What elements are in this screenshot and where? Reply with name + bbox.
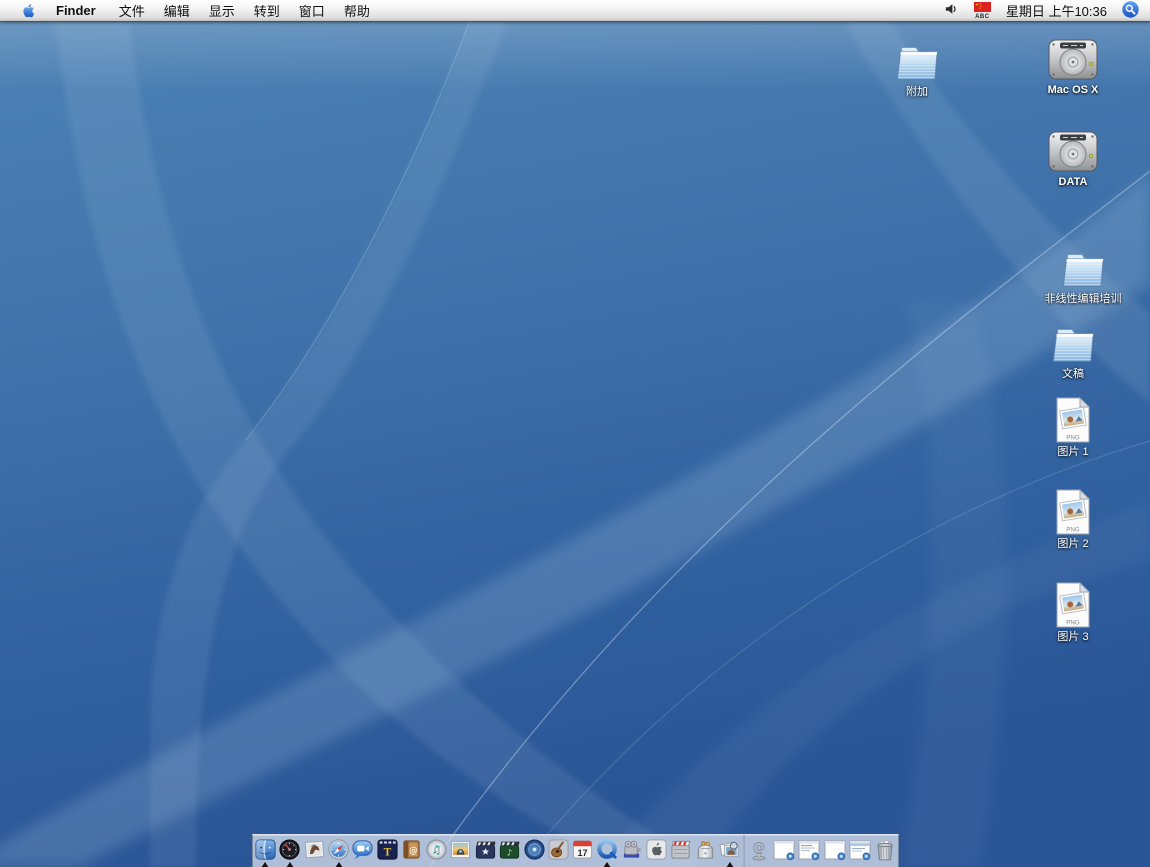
desktop-icon-hard-drive-2[interactable]: DATA: [1031, 128, 1115, 189]
desktop-icon-hard-drive-1[interactable]: Mac OS X: [1031, 36, 1115, 97]
dock-item-window-4[interactable]: [847, 835, 872, 867]
dock-item-imovie[interactable]: [473, 835, 497, 867]
app-menu-finder[interactable]: Finder: [56, 3, 96, 18]
dock-item-window-3[interactable]: [822, 835, 847, 867]
input-method-label: ABC: [975, 14, 990, 20]
running-indicator-triangle: [726, 862, 734, 867]
folder-icon[interactable]: [1048, 322, 1098, 366]
svg-text:17: 17: [578, 848, 588, 858]
dock-documents-section: @: [746, 835, 898, 867]
input-method-menu[interactable]: ABC: [974, 1, 991, 20]
svg-text:♫: ♫: [431, 842, 441, 856]
volume-icon[interactable]: [944, 2, 959, 19]
dock-item-preview[interactable]: [717, 835, 741, 867]
png-file-icon[interactable]: PNG: [1053, 581, 1093, 629]
dock-item-window-2[interactable]: [797, 835, 822, 867]
svg-text:@: @: [752, 841, 765, 856]
dock-item-finder[interactable]: [253, 835, 277, 867]
dock-item-addressbook[interactable]: @: [400, 835, 424, 867]
menu-bar-menus: 文件编辑显示转到窗口帮助: [119, 1, 370, 20]
desktop-icon-folder-3[interactable]: 非线性编辑培训: [1011, 247, 1150, 306]
desktop-icon-label: 图片 3: [1057, 631, 1088, 644]
dock-item-safari[interactable]: [326, 835, 350, 867]
desktop-icon-label: Mac OS X: [1048, 84, 1099, 97]
png-file-icon[interactable]: PNG: [1053, 396, 1093, 444]
dock-item-garageband[interactable]: [546, 835, 570, 867]
desktop-icon-png-file-7[interactable]: PNG 图片 3: [1031, 581, 1115, 644]
desktop-wallpaper[interactable]: [0, 21, 1150, 867]
menu-bar: Finder 文件编辑显示转到窗口帮助: [0, 0, 1150, 22]
dock-item-trash[interactable]: [872, 835, 897, 867]
svg-text:PNG: PNG: [1066, 620, 1080, 627]
dock-item-soundtrack[interactable]: ♪: [497, 835, 521, 867]
dock-item-window-1[interactable]: [771, 835, 796, 867]
dock: T @ ♫ ♪ 17 @: [252, 834, 899, 867]
svg-text:♪: ♪: [507, 849, 513, 859]
dock-item-cinematools[interactable]: [620, 835, 644, 867]
menu-bar-clock[interactable]: 星期日 上午10:36: [1006, 1, 1107, 20]
running-indicator-triangle: [335, 862, 343, 867]
desktop-icon-label: 文稿: [1062, 368, 1084, 381]
dock-item-toast[interactable]: [693, 835, 717, 867]
svg-text:T: T: [384, 847, 392, 859]
svg-text:@: @: [409, 846, 418, 856]
desktop-icon-label: 图片 2: [1057, 538, 1088, 551]
png-file-icon[interactable]: PNG: [1053, 488, 1093, 536]
menubar-menu-item-3[interactable]: 转到: [254, 1, 280, 20]
dock-item-dashboard[interactable]: [277, 835, 301, 867]
desktop-icon-png-file-6[interactable]: PNG 图片 2: [1031, 488, 1115, 551]
dock-item-quicktime[interactable]: [595, 835, 619, 867]
running-indicator-triangle: [603, 862, 611, 867]
desktop-icon-folder-4[interactable]: 文稿: [1031, 322, 1115, 381]
hard-drive-icon[interactable]: [1046, 36, 1100, 82]
svg-text:PNG: PNG: [1066, 527, 1080, 534]
dock-item-webloc[interactable]: @: [746, 835, 771, 867]
hard-drive-icon[interactable]: [1046, 128, 1100, 174]
menubar-menu-item-2[interactable]: 显示: [209, 1, 235, 20]
menubar-menu-item-1[interactable]: 编辑: [164, 1, 190, 20]
dock-item-livetype[interactable]: T: [375, 835, 399, 867]
dock-item-finalcut[interactable]: [668, 835, 692, 867]
desktop-icon-folder-0[interactable]: 附加: [875, 40, 959, 99]
dock-item-itunes[interactable]: ♫: [424, 835, 448, 867]
running-indicator-triangle: [261, 862, 269, 867]
menubar-menu-item-0[interactable]: 文件: [119, 1, 145, 20]
aqua-wallpaper-art: [0, 21, 1150, 867]
desktop-screen: Finder 文件编辑显示转到窗口帮助: [0, 0, 1150, 867]
spotlight-icon[interactable]: [1122, 1, 1139, 21]
folder-icon[interactable]: [892, 40, 942, 84]
desktop-icon-label: DATA: [1059, 176, 1088, 189]
dock-divider: [743, 835, 745, 867]
desktop-icon-png-file-5[interactable]: PNG 图片 1: [1031, 396, 1115, 459]
menubar-menu-item-4[interactable]: 窗口: [299, 1, 325, 20]
dock-item-idvd[interactable]: [522, 835, 546, 867]
desktop-icon-label: 非线性编辑培训: [1045, 293, 1122, 306]
desktop-icon-label: 附加: [906, 86, 928, 99]
dock-apps-section: T @ ♫ ♪ 17: [253, 835, 742, 867]
chinese-flag-icon: [974, 1, 991, 14]
apple-menu-icon[interactable]: [21, 3, 36, 18]
dock-item-ical[interactable]: 17: [571, 835, 595, 867]
dock-item-iphoto[interactable]: [449, 835, 473, 867]
running-indicator-triangle: [286, 862, 294, 867]
svg-text:PNG: PNG: [1066, 435, 1080, 442]
dock-item-mail[interactable]: [302, 835, 326, 867]
dock-item-ichat[interactable]: [351, 835, 375, 867]
folder-icon[interactable]: [1058, 247, 1108, 291]
dock-item-sysprefs[interactable]: [644, 835, 668, 867]
menubar-menu-item-5[interactable]: 帮助: [344, 1, 370, 20]
desktop-icon-label: 图片 1: [1057, 446, 1088, 459]
